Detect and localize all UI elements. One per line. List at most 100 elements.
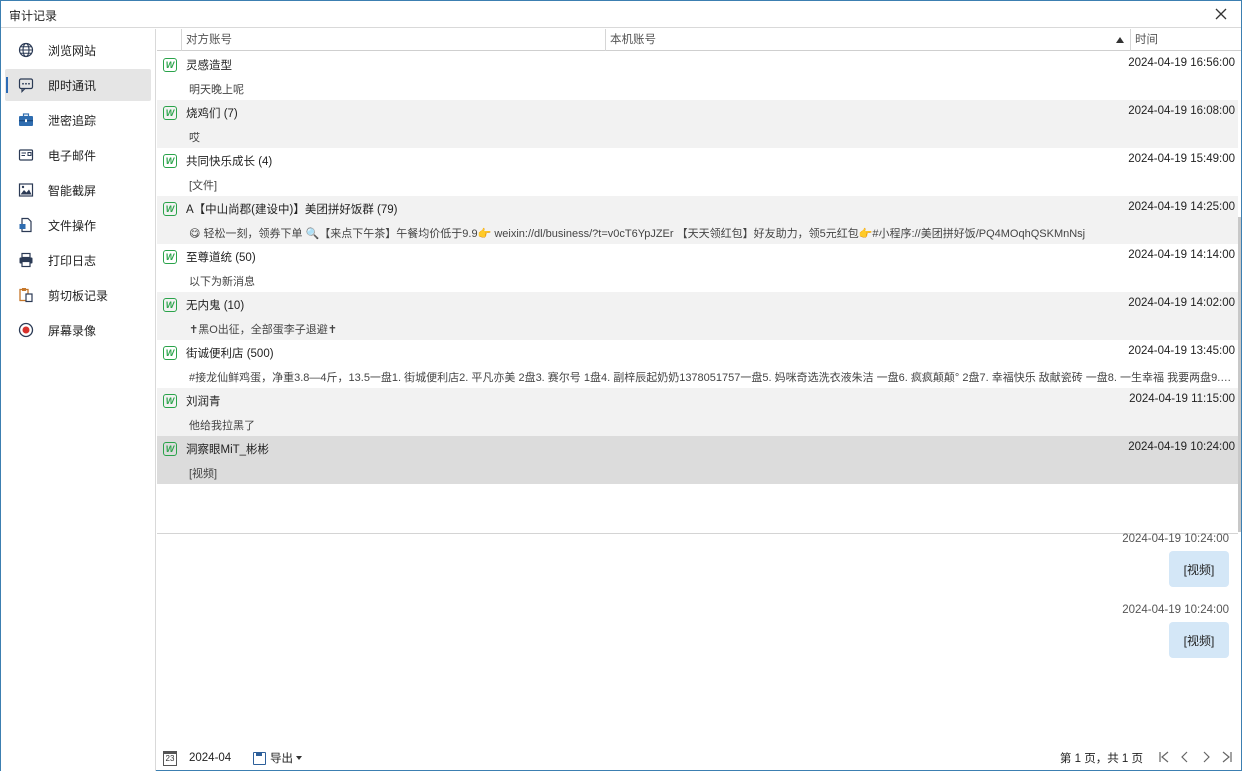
message-text: [视频] (1183, 562, 1215, 577)
close-icon (1215, 8, 1227, 20)
message-bubble[interactable]: [视频] (1169, 622, 1229, 658)
message-text: [视频] (1183, 633, 1215, 648)
sidebar-item-print-log[interactable]: 打印日志 (5, 244, 151, 276)
file-icon (18, 217, 34, 233)
printer-icon (18, 252, 34, 268)
conversation-last-message: [视频] (189, 468, 218, 480)
wechat-icon: W (163, 106, 177, 120)
chevron-left-icon (1180, 751, 1187, 763)
conversation-name: 洞察眼MiT_彬彬 (186, 444, 270, 456)
conversation-row[interactable]: W 烧鸡们 (7) 2024-04-19 16:08:00 哎 (157, 100, 1238, 148)
export-label: 导出 (270, 753, 293, 765)
sidebar-item-email[interactable]: 电子邮件 (5, 139, 151, 171)
sidebar-item-clipboard-records[interactable]: 剪切板记录 (5, 279, 151, 311)
conversation-name: 烧鸡们 (7) (186, 108, 238, 120)
export-button[interactable]: 导出 (253, 749, 302, 767)
dropdown-caret-icon (296, 756, 302, 760)
title-bar: 审计记录 (1, 1, 1241, 28)
sidebar-item-instant-messaging[interactable]: 即时通讯 (5, 69, 151, 101)
first-page-button[interactable] (1155, 748, 1172, 766)
sidebar-item-smart-screenshot[interactable]: 智能截屏 (5, 174, 151, 206)
message-detail-pane: 2024-04-19 10:24:00 [视频] 2024-04-19 10:2… (157, 507, 1241, 739)
wechat-icon: W (163, 394, 177, 408)
conversation-row[interactable]: W 共同快乐成长 (4) 2024-04-19 15:49:00 [文件] (157, 148, 1238, 196)
conversation-name: 灵感造型 (186, 60, 232, 72)
wechat-icon: W (163, 202, 177, 216)
footer-bar: 23 2024-04 导出 第 1 页，共 1 页 (157, 744, 1241, 771)
close-button[interactable] (1209, 4, 1233, 24)
conversation-time: 2024-04-19 14:02:00 (1128, 297, 1235, 309)
conversation-row[interactable]: W 至尊道统 (50) 2024-04-19 14:14:00 以下为新消息 (157, 244, 1238, 292)
sidebar-item-file-operations[interactable]: 文件操作 (5, 209, 151, 241)
chevron-right-icon (1203, 751, 1210, 763)
sidebar-item-label: 屏幕录像 (48, 323, 97, 338)
sidebar: 浏览网站 即时通讯 泄密追踪 电子邮件 智能截屏 文件操作 打印日志 剪切板记录… (1, 29, 156, 771)
conversation-row[interactable]: W 灵感造型 2024-04-19 16:56:00 明天晚上呢 (157, 52, 1238, 100)
conversation-row[interactable]: W 街诚便利店 (500) 2024-04-19 13:45:00 #接龙仙鲜鸡… (157, 340, 1238, 388)
conversation-time: 2024-04-19 10:24:00 (1128, 441, 1235, 453)
conversation-time: 2024-04-19 14:14:00 (1128, 249, 1235, 261)
calendar-icon[interactable]: 23 (163, 751, 177, 766)
column-header-peer-account[interactable]: 对方账号 (181, 29, 605, 51)
conversation-time: 2024-04-19 16:56:00 (1128, 57, 1235, 69)
column-header-label: 对方账号 (186, 34, 232, 46)
image-icon (18, 182, 34, 198)
conversation-last-message: 明天晚上呢 (189, 84, 244, 96)
previous-page-button[interactable] (1176, 748, 1193, 766)
conversation-row[interactable]: W A【中山尚郡(建设中)】美团拼好饭群 (79) 2024-04-19 14:… (157, 196, 1238, 244)
pagination (1155, 748, 1235, 766)
conversation-row[interactable]: W 无内鬼 (10) 2024-04-19 14:02:00 ✝黑O出征，全部蛋… (157, 292, 1238, 340)
sidebar-item-label: 泄密追踪 (48, 113, 97, 128)
toolbox-icon (18, 112, 34, 128)
column-header-time[interactable]: 时间 (1130, 29, 1241, 51)
chat-icon (18, 77, 34, 93)
conversation-last-message: [文件] (189, 180, 218, 192)
globe-icon (18, 42, 34, 58)
sidebar-item-label: 打印日志 (48, 253, 97, 268)
clipboard-icon (18, 287, 34, 303)
window-title: 审计记录 (9, 9, 58, 23)
sidebar-item-label: 剪切板记录 (48, 288, 109, 303)
conversation-list: W 灵感造型 2024-04-19 16:56:00 明天晚上呢 W 烧鸡们 (… (157, 52, 1241, 534)
sidebar-item-label: 浏览网站 (48, 43, 97, 58)
conversation-name: 街诚便利店 (500) (186, 348, 274, 360)
save-icon (253, 751, 266, 765)
conversation-time: 2024-04-19 15:49:00 (1128, 153, 1235, 165)
column-header-local-account[interactable]: 本机账号 (605, 29, 1130, 51)
column-header-label: 时间 (1135, 34, 1158, 46)
conversation-row[interactable]: W 刘润青 2024-04-19 11:15:00 他给我拉黑了 (157, 388, 1238, 436)
message-bubble[interactable]: [视频] (1169, 551, 1229, 587)
conversation-time: 2024-04-19 14:25:00 (1128, 201, 1235, 213)
page-info: 第 1 页，共 1 页 (1059, 753, 1143, 765)
wechat-icon: W (163, 154, 177, 168)
wechat-icon: W (163, 298, 177, 312)
sidebar-item-screen-recording[interactable]: 屏幕录像 (5, 314, 151, 346)
conversation-name: 至尊道统 (50) (186, 252, 256, 264)
conversation-time: 2024-04-19 13:45:00 (1128, 345, 1235, 357)
conversation-name: 共同快乐成长 (4) (186, 156, 273, 168)
conversation-row-selected[interactable]: W 洞察眼MiT_彬彬 2024-04-19 10:24:00 [视频] (157, 436, 1238, 484)
scrollbar-thumb[interactable] (1238, 217, 1241, 532)
sort-ascending-icon (1116, 37, 1124, 43)
sidebar-item-label: 智能截屏 (48, 183, 97, 198)
first-page-icon (1158, 751, 1168, 763)
next-page-button[interactable] (1197, 748, 1214, 766)
column-header-label: 本机账号 (610, 34, 656, 46)
sidebar-item-label: 电子邮件 (48, 148, 97, 163)
vertical-scrollbar[interactable] (1238, 52, 1241, 534)
sidebar-item-browse-web[interactable]: 浏览网站 (5, 34, 151, 66)
wechat-icon: W (163, 58, 177, 72)
conversation-name: 无内鬼 (10) (186, 300, 245, 312)
conversation-last-message: ✝黑O出征，全部蛋李子退避✝ (189, 324, 337, 336)
last-page-button[interactable] (1218, 748, 1235, 766)
record-icon (18, 322, 34, 338)
wechat-icon: W (163, 250, 177, 264)
conversation-name: 刘润青 (186, 396, 221, 408)
wechat-icon: W (163, 442, 177, 456)
sidebar-item-leak-tracking[interactable]: 泄密追踪 (5, 104, 151, 136)
conversation-last-message: #接龙仙鲜鸡蛋，净重3.8—4斤，13.5一盘1. 街城便利店2. 平凡亦美 2… (189, 372, 1234, 384)
last-page-icon (1222, 751, 1232, 763)
conversation-name: A【中山尚郡(建设中)】美团拼好饭群 (79) (186, 204, 398, 216)
month-selector[interactable]: 2024-04 (189, 752, 231, 764)
email-icon (18, 147, 34, 163)
